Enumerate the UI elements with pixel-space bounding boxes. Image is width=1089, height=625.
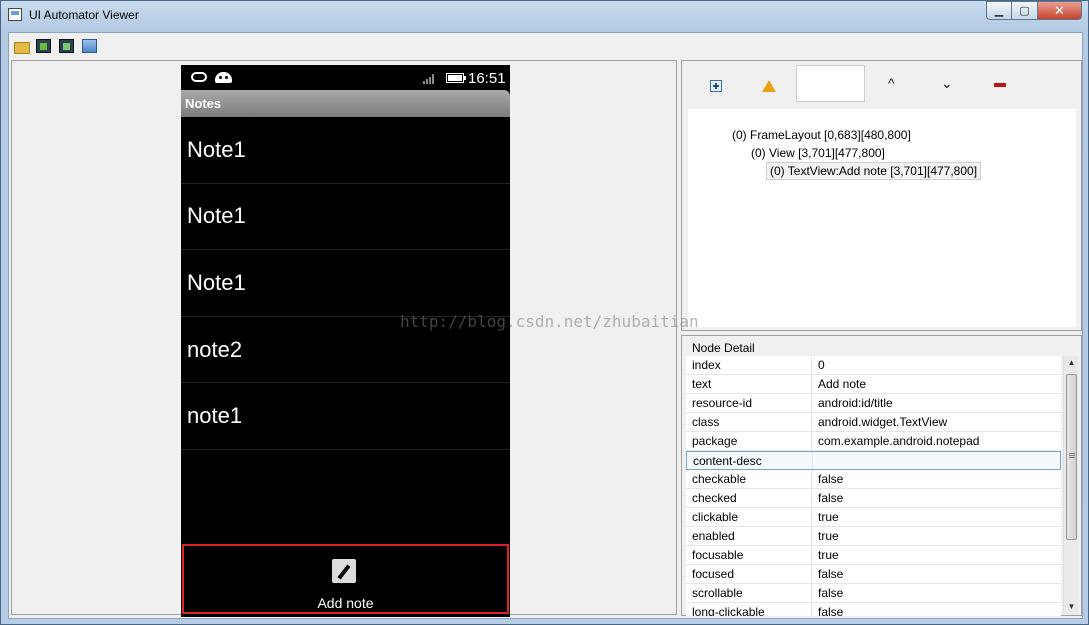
property-value	[813, 452, 1060, 469]
status-time: 16:51	[468, 70, 506, 87]
node-detail-title: Node Detail	[692, 341, 755, 355]
watermark: http://blog.csdn.net/zhubaitian	[400, 312, 699, 331]
main-window: UI Automator Viewer ▁ ▢ ✕ 16:51 Notes No…	[0, 0, 1089, 625]
property-value: false	[818, 472, 844, 486]
property-name: package	[686, 432, 812, 450]
property-name: resource-id	[686, 394, 812, 412]
minimize-button[interactable]: ▁	[986, 1, 1012, 20]
table-row[interactable]: resource-id android:id/title	[686, 394, 1061, 413]
hierarchy-tree: (0) FrameLayout [0,683][480,800] (0) Vie…	[688, 109, 1076, 327]
table-row[interactable]: text Add note	[686, 375, 1061, 394]
tree-node-textview[interactable]: (0) TextView:Add note [3,701][477,800]	[766, 162, 982, 180]
property-name: enabled	[686, 527, 812, 545]
app-icon	[8, 8, 22, 21]
expand-all-icon[interactable]	[710, 80, 722, 92]
device-screenshot-compressed-icon[interactable]	[59, 39, 74, 53]
property-name: checkable	[686, 470, 812, 488]
property-name: clickable	[686, 508, 812, 526]
property-value: true	[818, 510, 839, 524]
table-row[interactable]: clickable true	[686, 508, 1061, 527]
android-icon	[215, 72, 232, 83]
hierarchy-toolbar: ^ ⌄	[682, 61, 1081, 107]
property-name: focused	[686, 565, 812, 583]
node-detail-table: index 0 text Add note resource-id android:i…	[686, 356, 1061, 616]
status-bar: 16:51	[181, 65, 510, 90]
property-name: long-clickable	[686, 603, 812, 616]
warning-icon[interactable]	[762, 80, 776, 92]
vertical-scrollbar[interactable]: ▲ ▼	[1063, 356, 1078, 614]
property-value: false	[818, 605, 844, 616]
table-row[interactable]: focused false	[686, 565, 1061, 584]
property-value: false	[818, 567, 844, 581]
property-name: class	[686, 413, 812, 431]
note-list: Note1 Note1 Note1 note2 note1	[181, 117, 510, 450]
property-value: 0	[818, 358, 825, 372]
tree-node-framelayout[interactable]: (0) FrameLayout [0,683][480,800]	[732, 128, 911, 142]
property-value: Add note	[818, 377, 867, 391]
scrollbar-thumb[interactable]	[1066, 374, 1077, 540]
property-name: content-desc	[687, 452, 813, 469]
add-note-button[interactable]: Add note	[182, 544, 509, 614]
action-bar: Notes	[181, 90, 510, 117]
table-row[interactable]: checkable false	[686, 470, 1061, 489]
open-icon[interactable]	[14, 39, 30, 54]
scroll-down-icon[interactable]: ▼	[1064, 600, 1079, 614]
property-value: true	[818, 548, 839, 562]
property-value: false	[818, 586, 844, 600]
maximize-button[interactable]: ▢	[1012, 1, 1038, 20]
edit-note-icon	[332, 559, 356, 583]
property-value: false	[818, 491, 844, 505]
property-name: index	[686, 356, 812, 374]
window-title: UI Automator Viewer	[29, 8, 139, 22]
action-bar-title: Notes	[185, 96, 222, 111]
node-detail-pane: Node Detail index 0 text Add note resource…	[681, 335, 1082, 616]
device-screenshot-icon[interactable]	[36, 39, 51, 53]
title-bar[interactable]: UI Automator Viewer ▁ ▢ ✕	[1, 1, 1088, 29]
table-row[interactable]: scrollable false	[686, 584, 1061, 603]
table-row-selected[interactable]: content-desc	[686, 451, 1061, 470]
close-icon: ✕	[1054, 2, 1065, 18]
maximize-icon: ▢	[1019, 5, 1030, 17]
table-row[interactable]: enabled true	[686, 527, 1061, 546]
add-note-label: Add note	[317, 595, 374, 611]
table-row[interactable]: focusable true	[686, 546, 1061, 565]
note-item[interactable]: Note1	[181, 184, 510, 251]
property-name: scrollable	[686, 584, 812, 602]
property-name: focusable	[686, 546, 812, 564]
scroll-up-icon[interactable]: ▲	[1064, 356, 1079, 370]
property-name: checked	[686, 489, 812, 507]
previous-node-icon[interactable]: ^	[888, 75, 895, 91]
table-row[interactable]: checked false	[686, 489, 1061, 508]
property-value: true	[818, 529, 839, 543]
property-value: android.widget.TextView	[818, 415, 948, 429]
hierarchy-pane: ^ ⌄ (0) FrameLayout [0,683][480,800] (0)…	[681, 60, 1082, 331]
note-item[interactable]: note1	[181, 383, 510, 450]
table-row[interactable]: index 0	[686, 356, 1061, 375]
table-row[interactable]: long-clickable false	[686, 603, 1061, 616]
collapse-icon[interactable]	[994, 83, 1006, 87]
signal-icon	[423, 72, 437, 84]
close-button[interactable]: ✕	[1038, 1, 1082, 20]
property-value: android:id/title	[818, 396, 893, 410]
table-row[interactable]: package com.example.android.notepad	[686, 432, 1061, 451]
tree-node-view[interactable]: (0) View [3,701][477,800]	[751, 146, 885, 160]
window-controls: ▁ ▢ ✕	[986, 1, 1082, 21]
filter-input[interactable]	[796, 65, 865, 102]
main-toolbar	[9, 33, 1082, 59]
cloud-icon	[191, 72, 207, 82]
property-name: text	[686, 375, 812, 393]
property-value: com.example.android.notepad	[818, 434, 980, 448]
table-row[interactable]: class android.widget.TextView	[686, 413, 1061, 432]
note-item[interactable]: Note1	[181, 117, 510, 184]
next-node-icon[interactable]: ⌄	[941, 75, 953, 92]
minimize-icon: ▁	[994, 5, 1004, 17]
save-icon[interactable]	[82, 39, 97, 53]
battery-icon	[446, 73, 466, 83]
client-area: 16:51 Notes Note1 Note1 Note1 note2 note…	[8, 32, 1083, 619]
screenshot-pane[interactable]: 16:51 Notes Note1 Note1 Note1 note2 note…	[11, 60, 677, 617]
device-screenshot[interactable]: 16:51 Notes Note1 Note1 Note1 note2 note…	[181, 65, 510, 617]
note-item[interactable]: Note1	[181, 250, 510, 317]
